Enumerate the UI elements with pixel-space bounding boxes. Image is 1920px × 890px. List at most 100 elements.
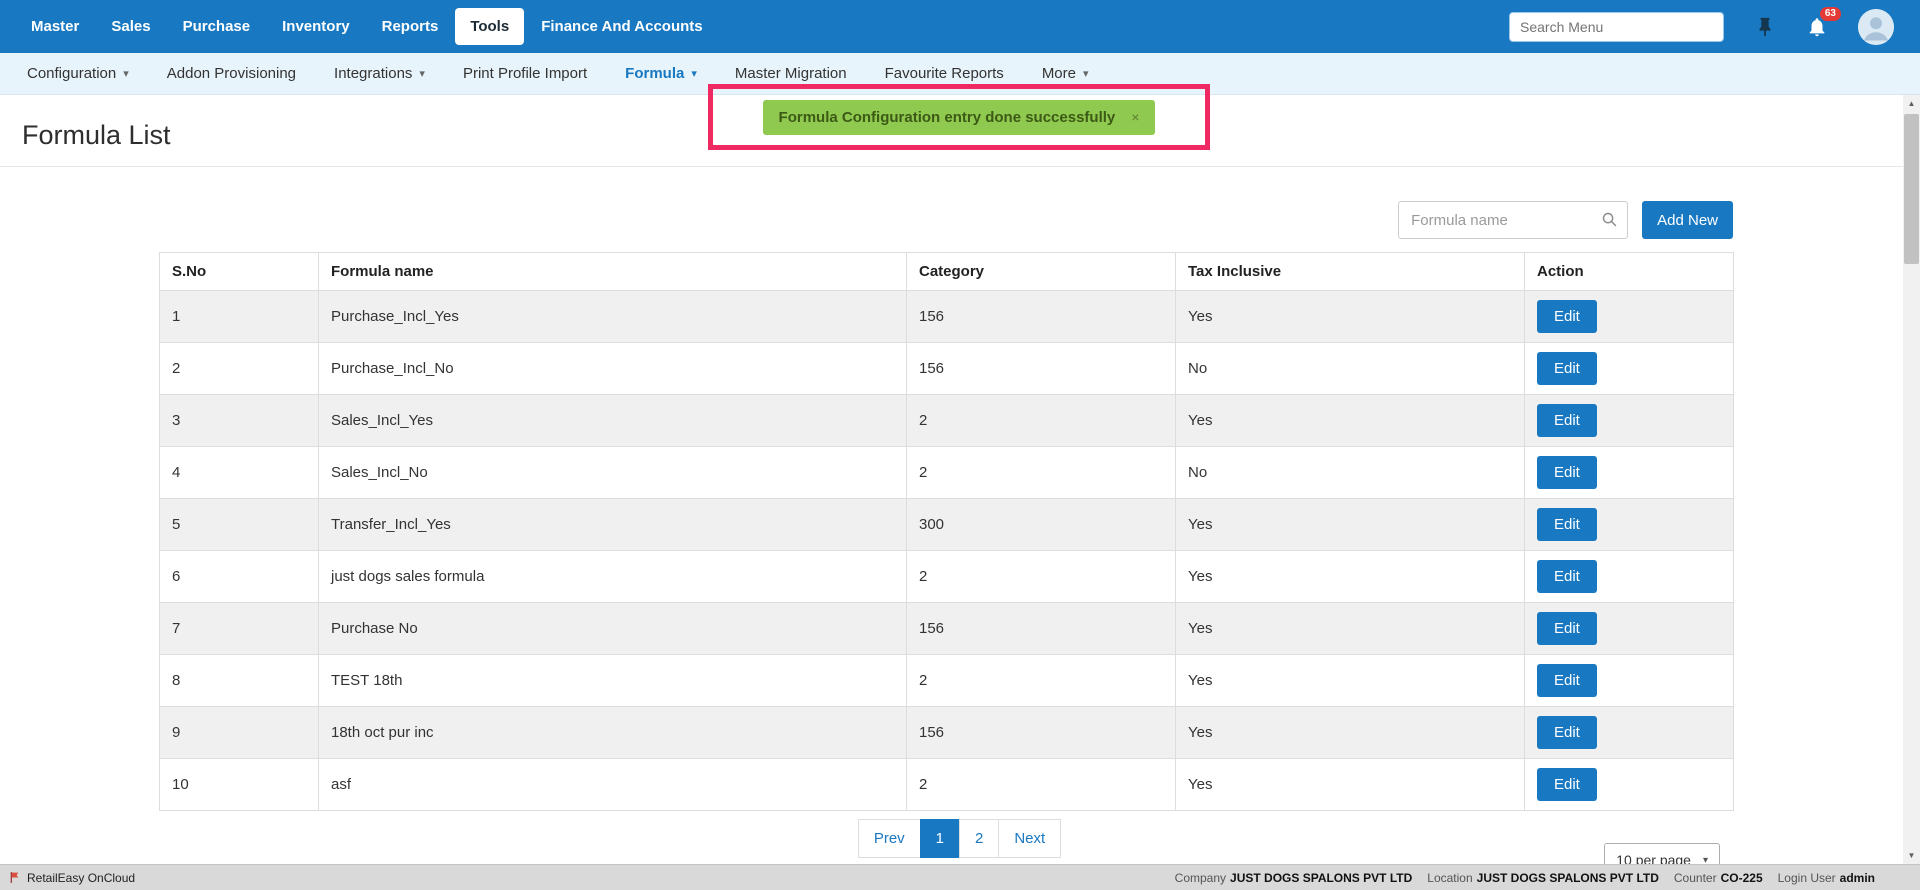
header-sno: S.No	[160, 253, 319, 291]
toast-close-icon[interactable]: ×	[1131, 109, 1139, 125]
menu-search-input[interactable]	[1509, 12, 1724, 42]
cell-category: 2	[907, 759, 1176, 811]
add-new-button[interactable]: Add New	[1642, 201, 1733, 239]
scrollbar-thumb[interactable]	[1904, 114, 1919, 264]
cell-formula-name: Purchase_Incl_Yes	[319, 291, 907, 343]
cell-sno: 8	[160, 655, 319, 707]
sub-nav-item-favourite-reports[interactable]: Favourite Reports	[866, 65, 1023, 82]
sub-nav-item-label: Integrations	[334, 65, 412, 82]
top-nav-item-reports[interactable]: Reports	[367, 8, 454, 45]
table-header-row: S.No Formula name Category Tax Inclusive…	[160, 253, 1734, 291]
scroll-up-arrow[interactable]: ▲	[1903, 95, 1920, 112]
pin-icon[interactable]	[1754, 16, 1776, 38]
top-nav-item-inventory[interactable]: Inventory	[267, 8, 365, 45]
top-nav-item-master[interactable]: Master	[16, 8, 94, 45]
sub-nav-item-master-migration[interactable]: Master Migration	[716, 65, 866, 82]
footer-info: CompanyJUST DOGS SPALONS PVT LTDLocation…	[1160, 871, 1875, 885]
cell-tax-inclusive: Yes	[1176, 291, 1525, 343]
sub-nav-item-label: Formula	[625, 65, 684, 82]
cell-action: Edit	[1525, 343, 1734, 395]
list-toolbar: Add New	[0, 201, 1733, 239]
header-category: Category	[907, 253, 1176, 291]
edit-button[interactable]: Edit	[1537, 508, 1597, 541]
success-toast: Formula Configuration entry done success…	[763, 100, 1156, 135]
cell-category: 2	[907, 395, 1176, 447]
table-row: 918th oct pur inc156Yes Edit	[160, 707, 1734, 759]
cell-action: Edit	[1525, 291, 1734, 343]
notification-badge: 63	[1820, 7, 1841, 21]
edit-button[interactable]: Edit	[1537, 352, 1597, 385]
cell-formula-name: just dogs sales formula	[319, 551, 907, 603]
prev-page-button[interactable]: Prev	[858, 819, 921, 858]
top-nav-item-tools[interactable]: Tools	[455, 8, 524, 45]
sub-nav-item-integrations[interactable]: Integrations▾	[315, 65, 444, 82]
scroll-down-arrow[interactable]: ▼	[1903, 847, 1920, 864]
next-page-button[interactable]: Next	[998, 819, 1061, 858]
header-tax-inclusive: Tax Inclusive	[1176, 253, 1525, 291]
chevron-down-icon: ▾	[691, 67, 697, 80]
cell-category: 300	[907, 499, 1176, 551]
sub-nav-item-formula[interactable]: Formula ▾	[606, 65, 716, 82]
cell-action: Edit	[1525, 603, 1734, 655]
table-row: 10asf2YesEdit	[160, 759, 1734, 811]
scrollbar[interactable]: ▲ ▼	[1903, 95, 1920, 864]
edit-button[interactable]: Edit	[1537, 768, 1597, 801]
cell-formula-name: Purchase_Incl_No	[319, 343, 907, 395]
page-button-2[interactable]: 2	[959, 819, 999, 858]
cell-tax-inclusive: Yes	[1176, 395, 1525, 447]
table-row: 4Sales_Incl_No2NoEdit	[160, 447, 1734, 499]
top-nav-item-finance-and-accounts[interactable]: Finance And Accounts	[526, 8, 717, 45]
top-navbar: MasterSalesPurchaseInventoryReportsTools…	[0, 0, 1920, 53]
top-nav-item-sales[interactable]: Sales	[96, 8, 165, 45]
formula-table-body: 1Purchase_Incl_Yes156YesEdit2Purchase_In…	[160, 291, 1734, 811]
sub-nav-item-label: Configuration	[27, 65, 116, 82]
edit-button[interactable]: Edit	[1537, 612, 1597, 645]
sub-nav-item-print-profile-import[interactable]: Print Profile Import	[444, 65, 606, 82]
chevron-down-icon: ▾	[1083, 67, 1089, 80]
page-button-1[interactable]: 1	[920, 819, 960, 858]
cell-action: Edit	[1525, 655, 1734, 707]
cell-category: 156	[907, 603, 1176, 655]
edit-button[interactable]: Edit	[1537, 404, 1597, 437]
cell-category: 156	[907, 291, 1176, 343]
header-formula-name: Formula name	[319, 253, 907, 291]
sub-nav-item-label: Favourite Reports	[885, 65, 1004, 82]
cell-formula-name: 18th oct pur inc	[319, 707, 907, 759]
edit-button[interactable]: Edit	[1537, 664, 1597, 697]
top-nav-item-purchase[interactable]: Purchase	[168, 8, 266, 45]
sub-nav-item-more[interactable]: More▾	[1023, 65, 1108, 82]
cell-formula-name: Purchase No	[319, 603, 907, 655]
table-row: 5Transfer_Incl_Yes300YesEdit	[160, 499, 1734, 551]
cell-sno: 7	[160, 603, 319, 655]
sub-nav-item-label: Master Migration	[735, 65, 847, 82]
cell-tax-inclusive: Yes	[1176, 759, 1525, 811]
cell-sno: 2	[160, 343, 319, 395]
cell-sno: 1	[160, 291, 319, 343]
edit-button[interactable]: Edit	[1537, 716, 1597, 749]
sub-nav-item-configuration[interactable]: Configuration▾	[8, 65, 148, 82]
cell-category: 2	[907, 447, 1176, 499]
footer-value-login-user: admin	[1840, 871, 1875, 885]
footer-value-counter: CO-225	[1721, 871, 1763, 885]
cell-sno: 9	[160, 707, 319, 759]
retaileasy-logo-icon	[8, 871, 21, 884]
cell-formula-name: asf	[319, 759, 907, 811]
edit-button[interactable]: Edit	[1537, 560, 1597, 593]
edit-button[interactable]: Edit	[1537, 456, 1597, 489]
sub-nav-item-addon-provisioning[interactable]: Addon Provisioning	[148, 65, 315, 82]
cell-tax-inclusive: Yes	[1176, 603, 1525, 655]
notifications-button[interactable]: 63	[1806, 16, 1828, 38]
avatar[interactable]	[1858, 9, 1894, 45]
cell-tax-inclusive: Yes	[1176, 707, 1525, 759]
formula-table: S.No Formula name Category Tax Inclusive…	[159, 252, 1734, 811]
cell-action: Edit	[1525, 395, 1734, 447]
search-icon[interactable]	[1601, 211, 1618, 233]
formula-search	[1398, 201, 1628, 239]
formula-search-input[interactable]	[1398, 201, 1628, 239]
sub-nav-item-label: Addon Provisioning	[167, 65, 296, 82]
cell-category: 156	[907, 707, 1176, 759]
cell-formula-name: Sales_Incl_Yes	[319, 395, 907, 447]
edit-button[interactable]: Edit	[1537, 300, 1597, 333]
cell-action: Edit	[1525, 499, 1734, 551]
status-bar: RetailEasy OnCloud CompanyJUST DOGS SPAL…	[0, 864, 1920, 890]
